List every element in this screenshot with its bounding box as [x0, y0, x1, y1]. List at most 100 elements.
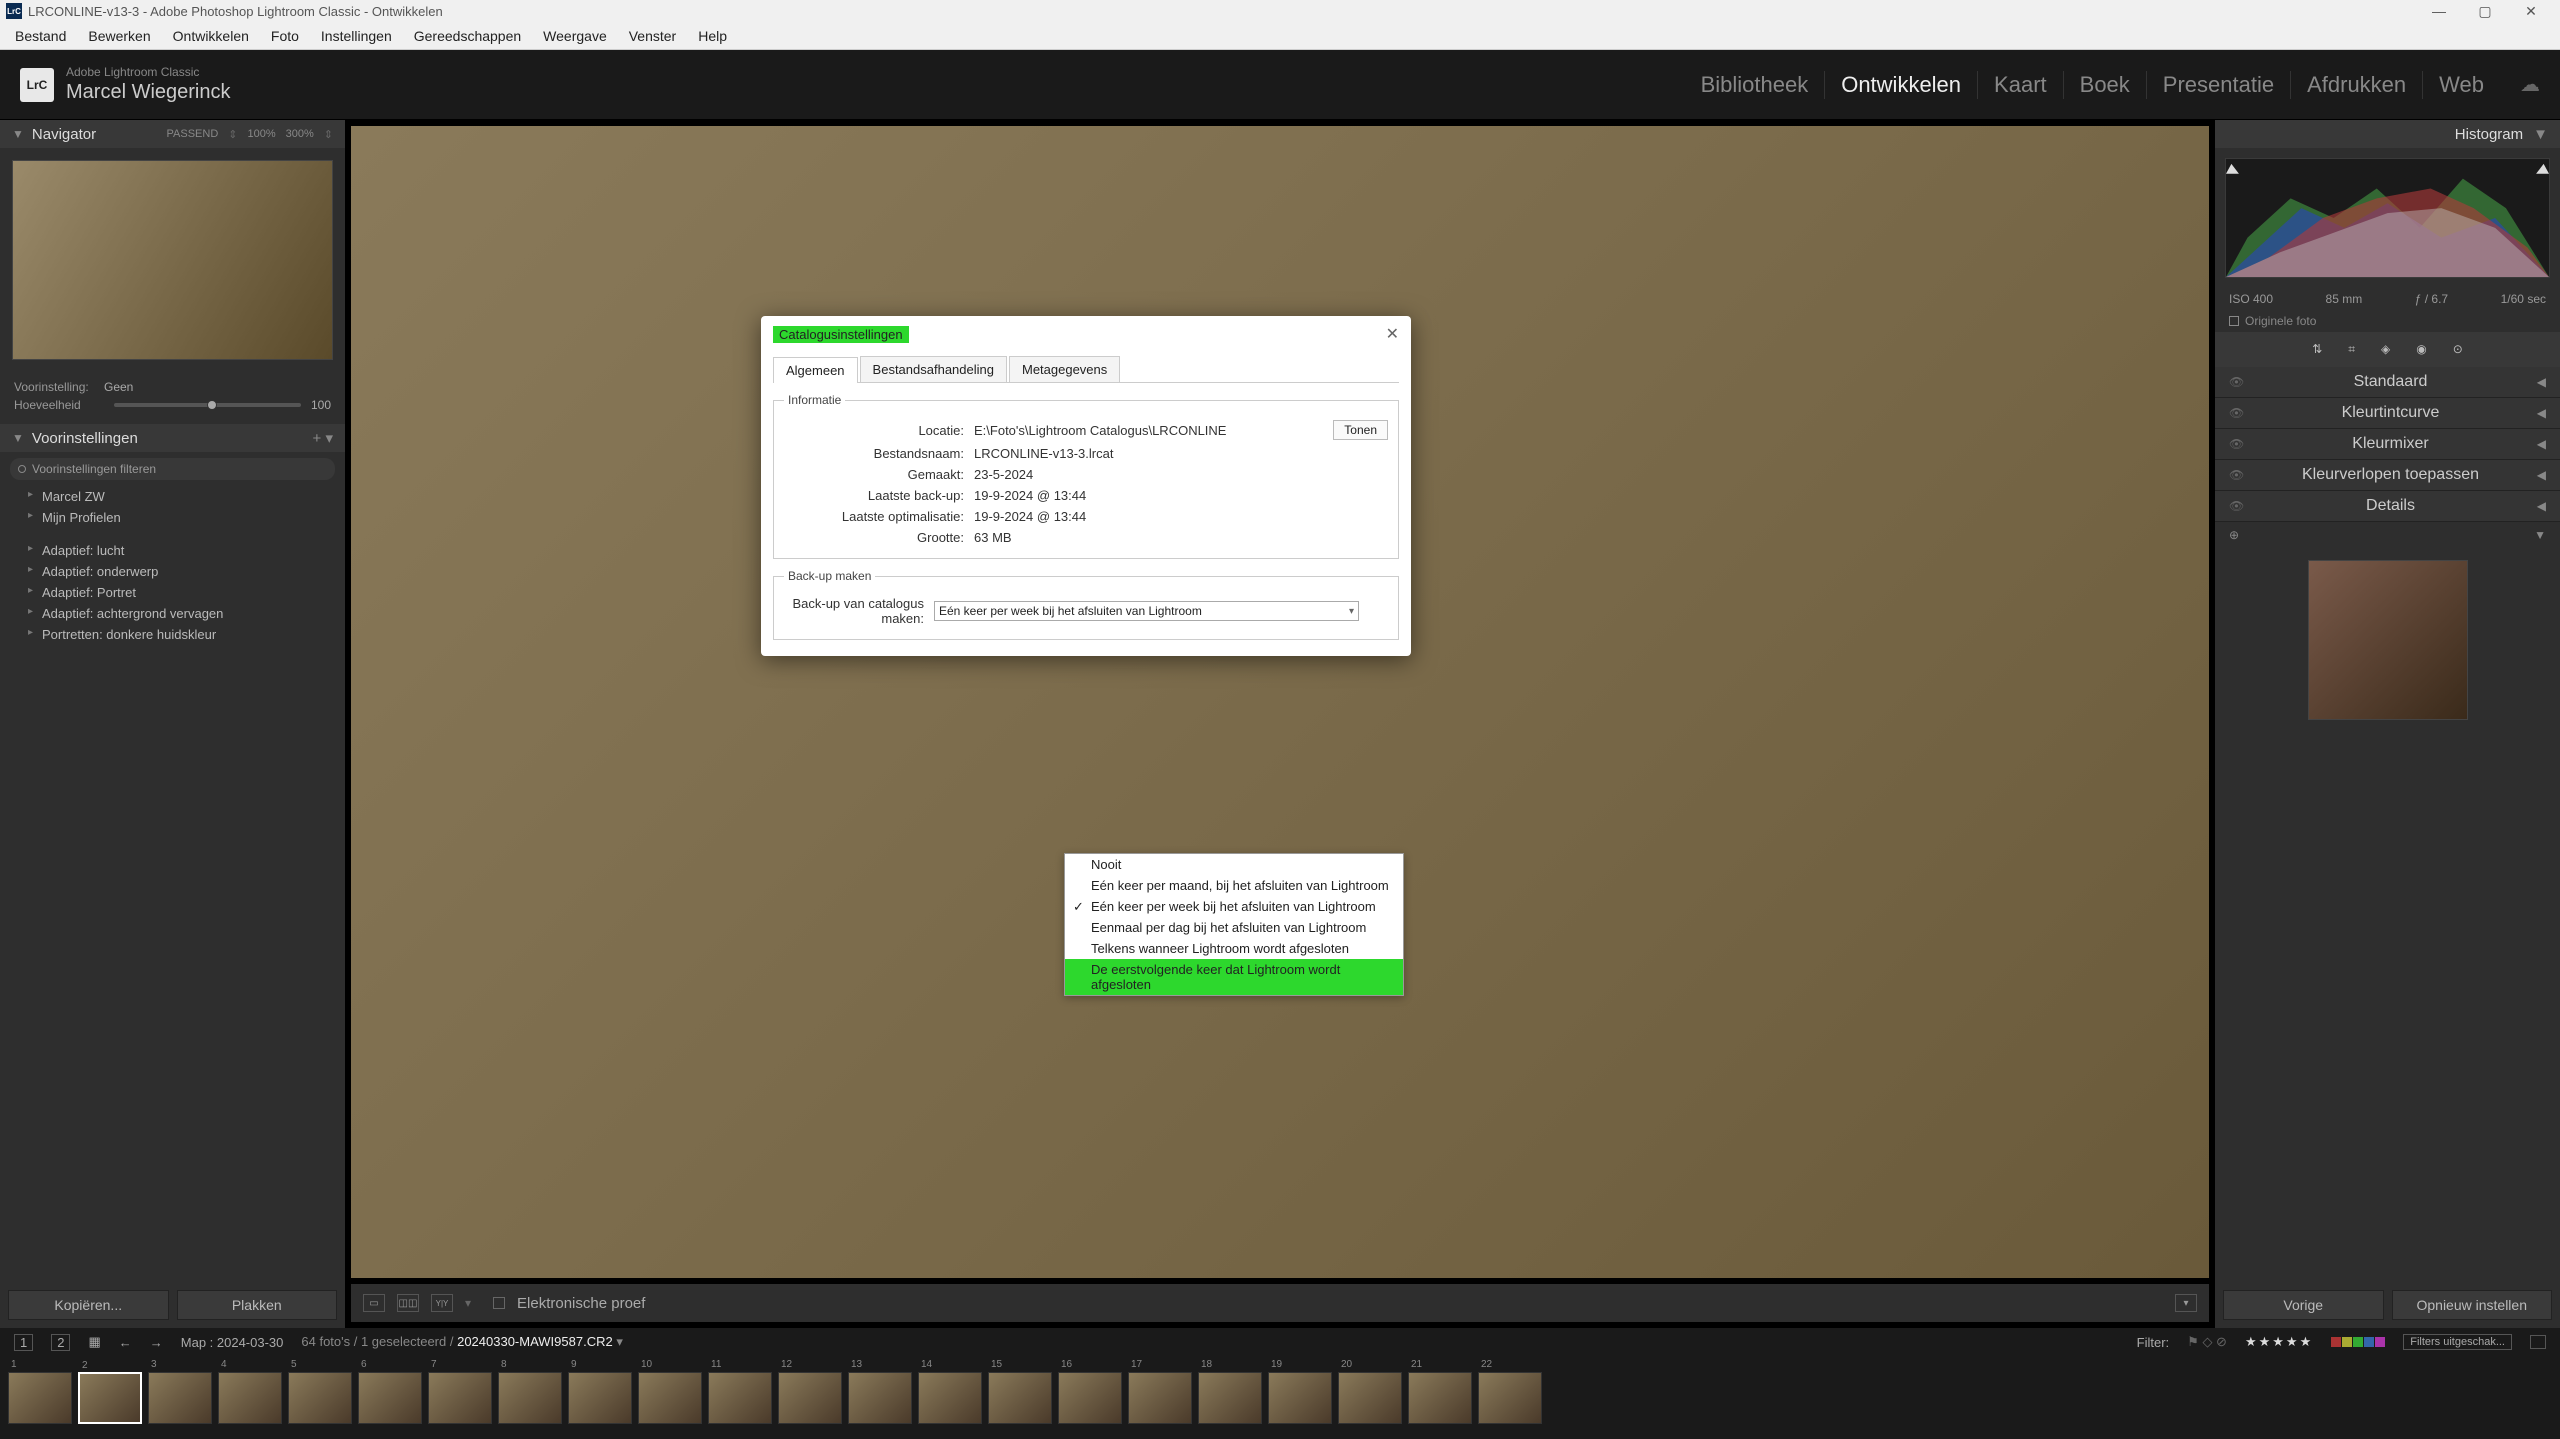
- reset-button[interactable]: Opnieuw instellen: [2392, 1290, 2553, 1320]
- filters-toggle[interactable]: Filters uitgeschak...: [2403, 1334, 2512, 1350]
- nav-back-icon[interactable]: ←: [119, 1335, 132, 1350]
- preset-group[interactable]: Portretten: donkere huidskleur: [0, 624, 345, 645]
- preset-group[interactable]: Adaptief: onderwerp: [0, 561, 345, 582]
- filmstrip-thumb[interactable]: 3: [148, 1372, 212, 1424]
- paste-button[interactable]: Plakken: [177, 1290, 338, 1320]
- show-location-button[interactable]: Tonen: [1333, 420, 1388, 440]
- filter-lock-icon[interactable]: [2530, 1335, 2546, 1349]
- menu-ontwikkelen[interactable]: Ontwikkelen: [162, 28, 260, 44]
- preset-filter-input[interactable]: Voorinstellingen filteren: [10, 458, 335, 480]
- filmstrip-thumb[interactable]: 11: [708, 1372, 772, 1424]
- loupe-view-icon[interactable]: ▭: [363, 1294, 385, 1312]
- filmstrip-thumb[interactable]: 14: [918, 1372, 982, 1424]
- develop-panel-kleurverlopen-toepassen[interactable]: 👁Kleurverlopen toepassen◀: [2215, 460, 2560, 491]
- develop-panel-kleurmixer[interactable]: 👁Kleurmixer◀: [2215, 429, 2560, 460]
- backup-option-2[interactable]: Eén keer per week bij het afsluiten van …: [1065, 896, 1403, 917]
- module-bibliotheek[interactable]: Bibliotheek: [1685, 72, 1825, 98]
- develop-panel-details[interactable]: 👁Details◀: [2215, 491, 2560, 522]
- minimize-button[interactable]: —: [2416, 0, 2462, 22]
- filmstrip-thumb[interactable]: 22: [1478, 1372, 1542, 1424]
- filmstrip-thumb[interactable]: 15: [988, 1372, 1052, 1424]
- dialog-close-button[interactable]: ✕: [1386, 324, 1399, 344]
- module-boek[interactable]: Boek: [2064, 72, 2146, 98]
- filmstrip-thumb[interactable]: 18: [1198, 1372, 1262, 1424]
- filmstrip-thumb[interactable]: 1: [8, 1372, 72, 1424]
- amount-slider[interactable]: [114, 403, 301, 407]
- filmstrip-thumb[interactable]: 4: [218, 1372, 282, 1424]
- develop-panel-kleurtintcurve[interactable]: 👁Kleurtintcurve◀: [2215, 398, 2560, 429]
- filmstrip-thumb[interactable]: 13: [848, 1372, 912, 1424]
- navigator-preview[interactable]: [12, 160, 333, 360]
- close-button[interactable]: ✕: [2508, 0, 2554, 22]
- preset-group[interactable]: Marcel ZW: [0, 486, 345, 507]
- color-label-filter[interactable]: [2331, 1337, 2385, 1347]
- preset-group[interactable]: Adaptief: Portret: [0, 582, 345, 603]
- module-ontwikkelen[interactable]: Ontwikkelen: [1825, 72, 1977, 98]
- filmstrip-thumb[interactable]: 10: [638, 1372, 702, 1424]
- menu-foto[interactable]: Foto: [260, 28, 310, 44]
- menu-help[interactable]: Help: [687, 28, 738, 44]
- filmstrip-thumb[interactable]: 7: [428, 1372, 492, 1424]
- filmstrip-thumb[interactable]: 19: [1268, 1372, 1332, 1424]
- original-photo-toggle[interactable]: Originele foto: [2215, 310, 2560, 332]
- mask-icon[interactable]: ◉: [2416, 342, 2426, 357]
- main-canvas[interactable]: Catalogusinstellingen ✕ AlgemeenBestands…: [351, 126, 2209, 1278]
- cloud-sync-icon[interactable]: ☁: [2520, 72, 2540, 97]
- flag-filter-icon[interactable]: ⚑ ◇ ⊘: [2187, 1334, 2227, 1350]
- redeye-icon[interactable]: ⊙: [2453, 342, 2463, 357]
- screen-2-button[interactable]: 2: [51, 1334, 70, 1351]
- module-kaart[interactable]: Kaart: [1978, 72, 2063, 98]
- dialog-tab-0[interactable]: Algemeen: [773, 357, 858, 383]
- histogram-header[interactable]: Histogram ▼: [2215, 120, 2560, 148]
- soft-proof-checkbox[interactable]: [493, 1297, 505, 1309]
- backup-option-3[interactable]: Eenmaal per dag bij het afsluiten van Li…: [1065, 917, 1403, 938]
- copy-button[interactable]: Kopiëren...: [8, 1290, 169, 1320]
- presets-header[interactable]: ▼ Voorinstellingen + ▾: [0, 424, 345, 452]
- grid-icon[interactable]: ▦: [88, 1334, 100, 1350]
- preset-group[interactable]: Adaptief: achtergrond vervagen: [0, 603, 345, 624]
- crop-icon[interactable]: ⌗: [2348, 342, 2355, 357]
- panel-visibility-icon[interactable]: 👁: [2229, 437, 2244, 451]
- backup-option-1[interactable]: Eén keer per maand, bij het afsluiten va…: [1065, 875, 1403, 896]
- filmstrip-thumb[interactable]: 12: [778, 1372, 842, 1424]
- panel-visibility-icon[interactable]: 👁: [2229, 499, 2244, 513]
- develop-panel-standaard[interactable]: 👁Standaard◀: [2215, 367, 2560, 398]
- menu-bestand[interactable]: Bestand: [4, 28, 77, 44]
- backup-option-5[interactable]: De eerstvolgende keer dat Lightroom word…: [1065, 959, 1403, 995]
- panel-visibility-icon[interactable]: 👁: [2229, 468, 2244, 482]
- filmstrip-thumb[interactable]: 6: [358, 1372, 422, 1424]
- backup-option-4[interactable]: Telkens wanneer Lightroom wordt afgeslot…: [1065, 938, 1403, 959]
- heal-icon[interactable]: ◈: [2381, 342, 2390, 357]
- rating-filter[interactable]: ★★★★★: [2245, 1334, 2313, 1350]
- dialog-tab-1[interactable]: Bestandsafhandeling: [860, 356, 1007, 382]
- panel-visibility-icon[interactable]: 👁: [2229, 375, 2244, 389]
- menu-instellingen[interactable]: Instellingen: [310, 28, 403, 44]
- previous-button[interactable]: Vorige: [2223, 1290, 2384, 1320]
- compare-icon[interactable]: Y|Y: [431, 1294, 453, 1312]
- preset-group[interactable]: Adaptief: lucht: [0, 540, 345, 561]
- backup-frequency-select[interactable]: Eén keer per week bij het afsluiten van …: [934, 601, 1359, 621]
- screen-1-button[interactable]: 1: [14, 1334, 33, 1351]
- filmstrip-thumb[interactable]: 9: [568, 1372, 632, 1424]
- backup-option-0[interactable]: Nooit: [1065, 854, 1403, 875]
- preset-group[interactable]: Mijn Profielen: [0, 507, 345, 528]
- filmstrip-thumb[interactable]: 5: [288, 1372, 352, 1424]
- target-icon[interactable]: ⊕: [2229, 528, 2239, 542]
- filmstrip-thumb[interactable]: 16: [1058, 1372, 1122, 1424]
- menu-gereedschappen[interactable]: Gereedschappen: [403, 28, 532, 44]
- before-after-icon[interactable]: ◫◫: [397, 1294, 419, 1312]
- filmstrip-thumb[interactable]: 21: [1408, 1372, 1472, 1424]
- nav-forward-icon[interactable]: →: [150, 1335, 163, 1350]
- filmstrip-thumb[interactable]: 8: [498, 1372, 562, 1424]
- maximize-button[interactable]: ▢: [2462, 0, 2508, 22]
- filmstrip-thumb[interactable]: 17: [1128, 1372, 1192, 1424]
- menu-venster[interactable]: Venster: [618, 28, 687, 44]
- histogram-display[interactable]: [2225, 158, 2550, 278]
- module-presentatie[interactable]: Presentatie: [2147, 72, 2290, 98]
- menu-bewerken[interactable]: Bewerken: [77, 28, 161, 44]
- edit-sliders-icon[interactable]: ⇅: [2312, 342, 2322, 357]
- module-afdrukken[interactable]: Afdrukken: [2291, 72, 2422, 98]
- filmstrip-thumb[interactable]: 20: [1338, 1372, 1402, 1424]
- module-web[interactable]: Web: [2423, 72, 2500, 98]
- menu-weergave[interactable]: Weergave: [532, 28, 618, 44]
